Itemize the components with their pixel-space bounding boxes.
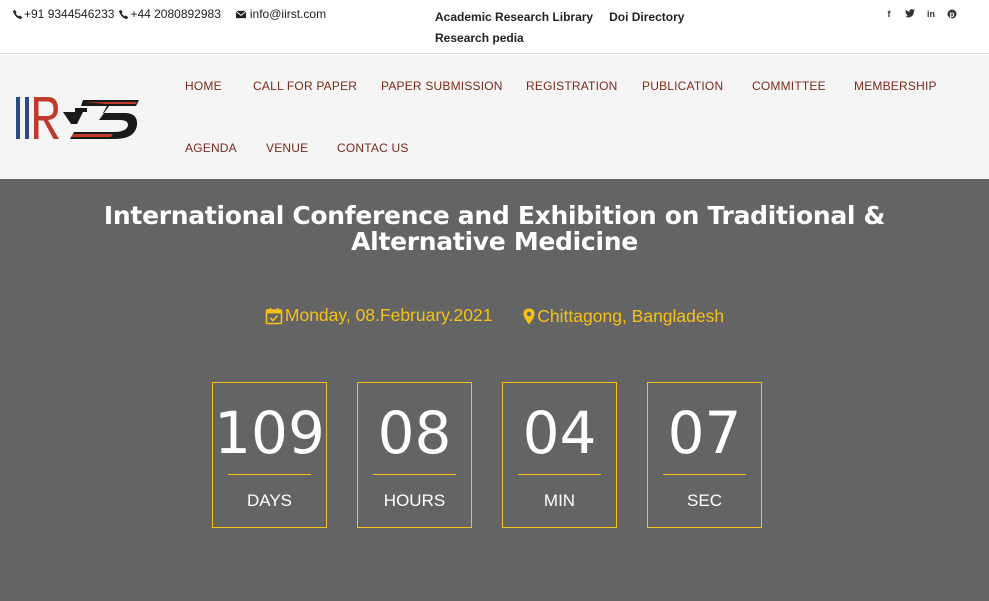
nav-home[interactable]: HOME: [185, 79, 222, 93]
nav-registration[interactable]: REGISTRATION: [526, 79, 618, 93]
envelope-icon: [235, 10, 247, 18]
countdown-days-value: 109: [214, 399, 325, 467]
countdown-days-label: DAYS: [246, 491, 293, 510]
countdown-divider: [228, 474, 311, 475]
link-research-pedia[interactable]: Research pedia: [435, 31, 524, 45]
phone-1[interactable]: +91 9344546233: [12, 7, 114, 21]
countdown-minutes-label: MIN: [543, 491, 576, 510]
calendar-check-icon: [265, 307, 283, 324]
countdown-seconds-label: SEC: [687, 491, 722, 510]
conference-title: International Conference and Exhibition …: [103, 201, 886, 256]
email-link[interactable]: info@iirst.com: [235, 7, 326, 21]
event-meta: Monday, 08.February.2021 Chittagong, Ban…: [0, 305, 989, 330]
social-links: f in p: [884, 9, 968, 20]
iirst-logo[interactable]: [15, 94, 140, 142]
svg-text:p: p: [950, 10, 955, 19]
nav-agenda[interactable]: AGENDA: [185, 141, 237, 155]
link-academic-research-library[interactable]: Academic Research Library: [435, 10, 593, 24]
site-header: HOME CALL FOR PAPER PAPER SUBMISSION REG…: [0, 55, 989, 179]
phone-1-text: +91 9344546233: [24, 7, 115, 21]
linkedin-icon[interactable]: in: [926, 9, 936, 20]
countdown-divider: [518, 474, 601, 475]
top-links: Academic Research Library Doi Directory R…: [435, 7, 715, 49]
event-location-text: Chittagong, Bangladesh: [537, 305, 725, 326]
map-marker-icon: [523, 308, 535, 324]
phone-2[interactable]: +44 2080892983: [118, 7, 221, 21]
nav-committee[interactable]: COMMITTEE: [752, 79, 826, 93]
hero-section: International Conference and Exhibition …: [0, 179, 989, 601]
nav-paper-submission[interactable]: PAPER SUBMISSION: [381, 79, 503, 93]
nav-contact-us[interactable]: CONTAC US: [337, 141, 409, 155]
countdown-minutes-value: 04: [522, 399, 597, 467]
countdown-hours-value: 08: [377, 399, 452, 467]
nav-venue[interactable]: VENUE: [266, 141, 308, 155]
event-date: Monday, 08.February.2021: [265, 305, 493, 326]
phone-icon: [119, 9, 129, 19]
countdown-days: 109 DAYS: [212, 382, 327, 528]
top-bar: +91 9344546233 +44 2080892983 info@iirst…: [0, 0, 989, 54]
contact-info: +91 9344546233 +44 2080892983 info@iirst…: [12, 7, 330, 21]
nav-call-for-paper[interactable]: CALL FOR PAPER: [253, 79, 357, 93]
facebook-icon[interactable]: f: [884, 9, 894, 20]
countdown-hours: 08 HOURS: [357, 382, 472, 528]
phone-icon: [12, 9, 23, 19]
pinterest-icon[interactable]: p: [947, 9, 957, 20]
countdown-minutes: 04 MIN: [502, 382, 617, 528]
countdown-divider: [373, 474, 456, 475]
twitter-icon[interactable]: [905, 9, 915, 20]
countdown-divider: [663, 474, 746, 475]
nav-publication[interactable]: PUBLICATION: [642, 79, 723, 93]
countdown-hours-label: HOURS: [383, 491, 446, 510]
countdown-seconds-value: 07: [667, 399, 742, 467]
email-text: info@iirst.com: [249, 7, 327, 21]
event-location: Chittagong, Bangladesh: [523, 306, 724, 327]
twitter-bird-shape: [905, 9, 915, 18]
link-doi-directory[interactable]: Doi Directory: [609, 10, 684, 24]
pinterest-shape: p: [947, 9, 957, 19]
nav-membership[interactable]: MEMBERSHIP: [854, 79, 937, 93]
event-date-text: Monday, 08.February.2021: [284, 305, 493, 325]
phone-2-text: +44 2080892983: [130, 7, 221, 21]
countdown-seconds: 07 SEC: [647, 382, 762, 528]
